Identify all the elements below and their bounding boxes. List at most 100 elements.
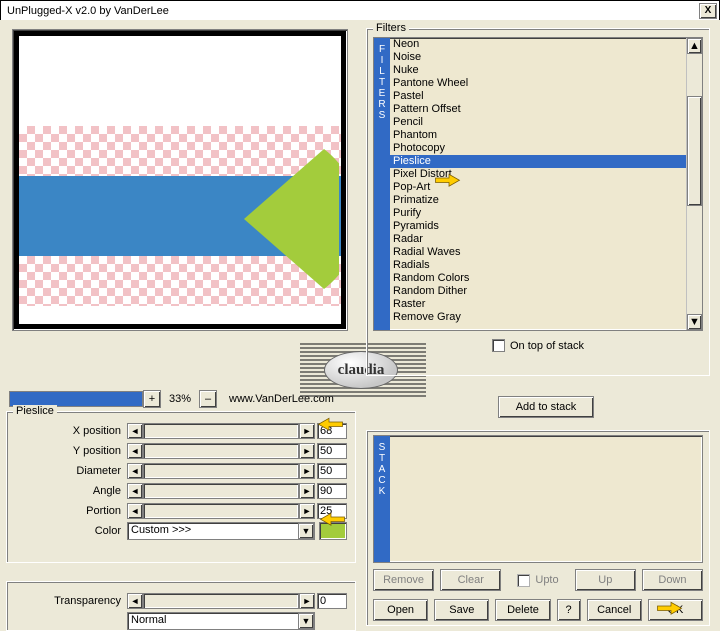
param-row-portion: Portion ◄ ► — [15, 502, 347, 520]
filter-item[interactable]: Photocopy — [390, 142, 686, 155]
zoom-out-button[interactable]: – — [199, 390, 217, 408]
dropdown-button[interactable]: ▼ — [298, 523, 314, 539]
filter-item[interactable]: Noise — [390, 51, 686, 64]
filter-item[interactable]: Random Colors — [390, 272, 686, 285]
cancel-button[interactable]: Cancel — [587, 599, 642, 621]
open-button[interactable]: Open — [373, 599, 428, 621]
param-label: Color — [15, 525, 127, 537]
stack-listbox: ST AC K — [373, 435, 703, 563]
filter-item[interactable]: Pencil — [390, 116, 686, 129]
filter-item[interactable]: Radial Waves — [390, 246, 686, 259]
param-label: Y position — [15, 445, 127, 457]
blend-mode-row: Normal ▼ — [15, 612, 347, 630]
filter-item[interactable]: Pattern Offset — [390, 103, 686, 116]
stack-list[interactable] — [390, 436, 702, 562]
upto-checkbox-group[interactable]: Upto — [507, 574, 568, 587]
ok-button[interactable]: OK — [648, 599, 703, 621]
move-up-button[interactable]: Up — [575, 569, 636, 591]
param-slider[interactable] — [143, 423, 299, 439]
blend-mode-value: Normal — [128, 613, 298, 629]
minus-icon: – — [205, 393, 211, 405]
filter-item[interactable]: Phantom — [390, 129, 686, 142]
help-button[interactable]: ? — [557, 599, 581, 621]
filters-scrollbar[interactable]: ▲ ▼ — [686, 38, 702, 330]
color-combo[interactable]: Custom >>> ▼ — [127, 522, 315, 540]
arrow-right-button[interactable]: ► — [299, 503, 315, 519]
param-value-input[interactable] — [317, 463, 347, 479]
filter-item[interactable]: Radials — [390, 259, 686, 272]
param-value-input[interactable] — [317, 423, 347, 439]
filter-item[interactable]: Pyramids — [390, 220, 686, 233]
arrow-right-button[interactable]: ► — [299, 593, 315, 609]
filter-item[interactable]: Pantone Wheel — [390, 77, 686, 90]
param-label: Portion — [15, 505, 127, 517]
arrow-left-button[interactable]: ◄ — [127, 593, 143, 609]
filter-item[interactable]: Raster — [390, 298, 686, 311]
brand-link[interactable]: www.VanDerLee.com — [229, 393, 334, 405]
zoom-bar: + 33% – www.VanDerLee.com — [9, 390, 365, 408]
save-button[interactable]: Save — [434, 599, 489, 621]
stack-edit-buttons: Remove Clear Upto Up Down — [373, 569, 703, 591]
preview-panel — [12, 29, 348, 331]
filter-item[interactable]: Neon — [390, 38, 686, 51]
param-slider[interactable] — [143, 483, 299, 499]
add-to-stack-button[interactable]: Add to stack — [498, 396, 594, 418]
param-slider[interactable] — [143, 463, 299, 479]
param-slider[interactable] — [143, 443, 299, 459]
filter-item[interactable]: Purify — [390, 207, 686, 220]
filter-item[interactable]: Pastel — [390, 90, 686, 103]
arrow-right-button[interactable]: ► — [299, 483, 315, 499]
transparency-row: Transparency ◄ ► — [15, 592, 347, 610]
close-icon: X — [705, 5, 712, 16]
on-top-label: On top of stack — [510, 340, 584, 352]
on-top-checkbox[interactable] — [492, 339, 505, 352]
param-row-color: Color Custom >>> ▼ — [15, 522, 347, 540]
remove-button[interactable]: Remove — [373, 569, 434, 591]
move-down-button[interactable]: Down — [642, 569, 703, 591]
arrow-left-button[interactable]: ◄ — [127, 503, 143, 519]
preview-canvas[interactable] — [19, 36, 341, 324]
upto-checkbox[interactable] — [517, 574, 530, 587]
filter-item[interactable]: Pop-Art — [390, 181, 686, 194]
close-button[interactable]: X — [699, 3, 717, 19]
filter-item[interactable]: Primatize — [390, 194, 686, 207]
filter-item[interactable]: Radar — [390, 233, 686, 246]
filter-item[interactable]: Pixel Distort — [390, 168, 686, 181]
zoom-in-button[interactable]: + — [143, 390, 161, 408]
pieslice-group: Pieslice X position ◄ ► Y position ◄ ► D… — [6, 411, 356, 563]
filters-list[interactable]: NeonNoiseNukePantone WheelPastelPattern … — [390, 38, 686, 330]
clear-button[interactable]: Clear — [440, 569, 501, 591]
arrow-left-button[interactable]: ◄ — [127, 443, 143, 459]
param-label: Angle — [15, 485, 127, 497]
filter-item[interactable]: Random Dither — [390, 285, 686, 298]
filters-side-label: FI LT ER S — [374, 38, 390, 330]
blend-mode-combo[interactable]: Normal ▼ — [127, 612, 315, 630]
transparency-value-input[interactable] — [317, 593, 347, 609]
color-swatch[interactable] — [319, 522, 347, 540]
scroll-up-button[interactable]: ▲ — [687, 38, 702, 54]
on-top-row: On top of stack — [367, 339, 709, 352]
param-row-xposition: X position ◄ ► — [15, 422, 347, 440]
filter-item[interactable]: Remove Gray — [390, 311, 686, 324]
param-value-input[interactable] — [317, 483, 347, 499]
filter-item[interactable]: Pieslice — [390, 155, 686, 168]
arrow-right-button[interactable]: ► — [299, 423, 315, 439]
scroll-thumb[interactable] — [687, 96, 702, 206]
arrow-left-button[interactable]: ◄ — [127, 483, 143, 499]
filter-item[interactable]: Nuke — [390, 64, 686, 77]
scroll-down-button[interactable]: ▼ — [687, 314, 702, 330]
arrow-right-button[interactable]: ► — [299, 443, 315, 459]
dialog-buttons: Open Save Delete ? Cancel OK — [373, 599, 703, 621]
arrow-left-button[interactable]: ◄ — [127, 463, 143, 479]
transparency-label: Transparency — [15, 595, 127, 607]
param-slider[interactable] — [143, 503, 299, 519]
filters-listbox: FI LT ER S NeonNoiseNukePantone WheelPas… — [373, 37, 703, 331]
color-combo-value: Custom >>> — [128, 523, 298, 539]
param-value-input[interactable] — [317, 503, 347, 519]
delete-button[interactable]: Delete — [495, 599, 550, 621]
param-value-input[interactable] — [317, 443, 347, 459]
transparency-slider[interactable] — [143, 593, 299, 609]
arrow-left-button[interactable]: ◄ — [127, 423, 143, 439]
dropdown-button[interactable]: ▼ — [298, 613, 314, 629]
arrow-right-button[interactable]: ► — [299, 463, 315, 479]
